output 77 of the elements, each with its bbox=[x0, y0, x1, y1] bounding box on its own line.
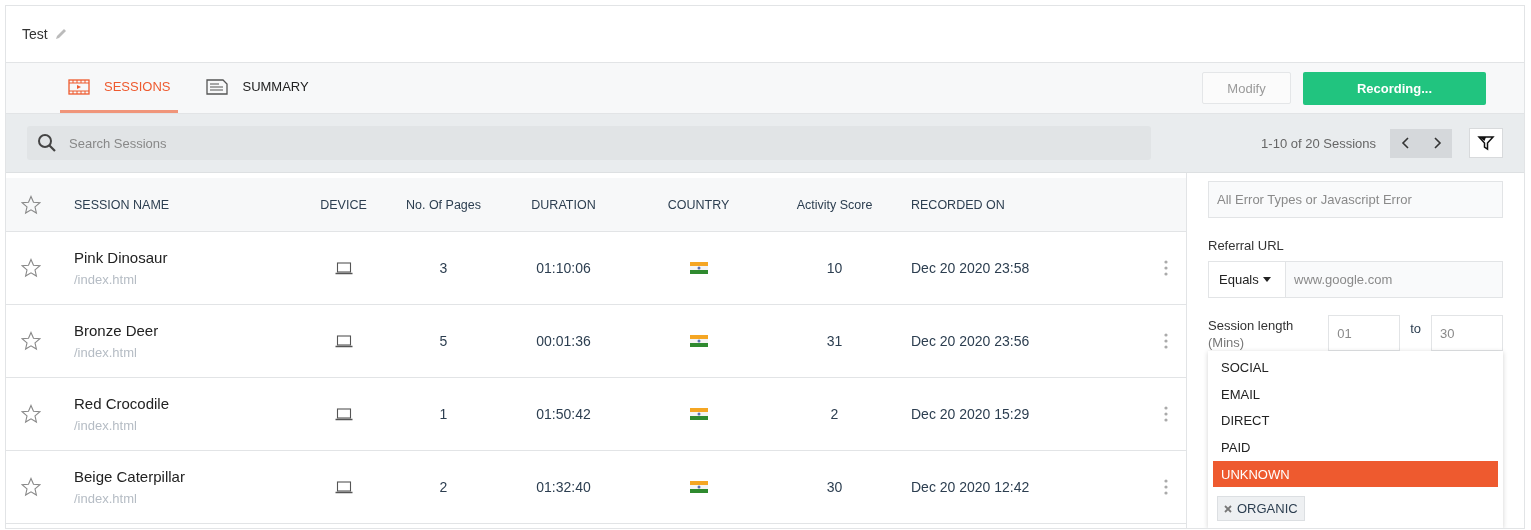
previous-page-icon[interactable] bbox=[1400, 136, 1411, 150]
table-cell: 01:32:40 bbox=[536, 479, 591, 495]
search-field[interactable]: Search Sessions bbox=[27, 126, 1152, 160]
column-header: DURATION bbox=[530, 197, 597, 212]
film-icon bbox=[68, 78, 90, 95]
table-cell: 01:50:42 bbox=[536, 406, 591, 422]
table-cell: 2 bbox=[830, 406, 839, 422]
laptop-icon bbox=[334, 407, 353, 421]
more-options-icon[interactable] bbox=[1164, 406, 1168, 422]
session-name[interactable]: Pink Dinosaur bbox=[74, 249, 168, 266]
range-separator: to bbox=[1410, 320, 1422, 336]
menu-option[interactable]: PAID bbox=[1213, 434, 1498, 461]
laptop-icon bbox=[334, 334, 353, 348]
table-cell: Dec 20 2020 23:58 bbox=[911, 260, 1030, 276]
more-options-icon[interactable] bbox=[1164, 333, 1168, 349]
table-cell: 31 bbox=[826, 333, 843, 349]
document-icon bbox=[206, 78, 229, 95]
session-name[interactable]: Red Crocodile bbox=[74, 395, 170, 412]
star-icon[interactable] bbox=[21, 477, 41, 497]
session-name[interactable]: Bronze Deer bbox=[74, 322, 159, 339]
laptop-icon bbox=[334, 261, 353, 275]
star-icon[interactable] bbox=[21, 331, 41, 351]
menu-option[interactable]: EMAIL bbox=[1213, 380, 1498, 408]
column-header: COUNTRY bbox=[666, 197, 731, 212]
table-cell: 1 bbox=[439, 406, 448, 422]
tab[interactable]: SUMMARY bbox=[198, 63, 317, 113]
table-cell: Dec 20 2020 15:29 bbox=[911, 406, 1030, 422]
column-header: RECORDED ON bbox=[910, 197, 1006, 212]
table-cell: 00:01:36 bbox=[536, 333, 591, 349]
column-header: No. Of Pages bbox=[404, 197, 482, 212]
session-path: /index.html bbox=[74, 491, 137, 506]
min-length-field[interactable]: 01 bbox=[1329, 316, 1400, 350]
search-icon bbox=[37, 133, 57, 153]
column-header: SESSION NAME bbox=[73, 197, 171, 212]
star-icon[interactable] bbox=[21, 258, 41, 278]
column-header: DEVICE bbox=[319, 197, 368, 212]
flag-icon bbox=[689, 408, 708, 420]
operator-dropdown[interactable]: Equals bbox=[1208, 261, 1286, 298]
pencil-icon[interactable] bbox=[53, 27, 68, 41]
menu-option[interactable]: DIRECT bbox=[1213, 407, 1498, 435]
filter-tag: ORGANIC bbox=[1217, 496, 1305, 522]
field-label: Referral URL bbox=[1208, 238, 1285, 253]
url-field[interactable]: www.google.com bbox=[1286, 262, 1502, 297]
table-cell: Dec 20 2020 12:42 bbox=[911, 479, 1030, 495]
error-type-field[interactable]: All Error Types or Javascript Error bbox=[1209, 182, 1502, 217]
table-cell: 2 bbox=[439, 479, 448, 495]
session-name[interactable]: Beige Caterpillar bbox=[74, 468, 185, 485]
next-page-icon[interactable] bbox=[1431, 136, 1442, 150]
table-cell: 01:10:06 bbox=[536, 260, 591, 276]
caret-icon bbox=[1262, 277, 1271, 282]
session-path: /index.html bbox=[74, 345, 137, 360]
remove-icon[interactable] bbox=[1224, 504, 1232, 513]
menu-option[interactable]: SOCIAL bbox=[1213, 354, 1498, 381]
table-cell: Dec 20 2020 23:56 bbox=[911, 333, 1030, 349]
table-cell: 5 bbox=[439, 333, 448, 349]
flag-icon bbox=[689, 262, 708, 274]
star-icon[interactable] bbox=[21, 194, 41, 215]
search-input[interactable]: Search Sessions bbox=[67, 134, 1142, 152]
filter-button[interactable] bbox=[1469, 128, 1503, 158]
laptop-icon bbox=[334, 480, 353, 494]
star-icon[interactable] bbox=[21, 404, 41, 424]
unit-label: (Mins) bbox=[1208, 334, 1246, 351]
session-path: /index.html bbox=[74, 418, 137, 433]
filter-icon bbox=[1477, 134, 1495, 152]
flag-icon bbox=[689, 481, 708, 493]
more-options-icon[interactable] bbox=[1164, 479, 1168, 495]
column-header: Activity Score bbox=[795, 197, 874, 212]
table-cell: 10 bbox=[826, 260, 843, 276]
pagination-text: 1-10 of 20 Sessions bbox=[1261, 135, 1376, 151]
flag-icon bbox=[689, 335, 708, 347]
table-cell: 3 bbox=[439, 260, 448, 276]
field-label: Session length bbox=[1208, 317, 1295, 334]
max-length-field[interactable]: 30 bbox=[1432, 316, 1502, 350]
session-path: /index.html bbox=[74, 272, 137, 287]
more-options-icon[interactable] bbox=[1164, 260, 1168, 276]
page-title: Test bbox=[22, 26, 48, 42]
table-cell: 30 bbox=[826, 479, 843, 495]
